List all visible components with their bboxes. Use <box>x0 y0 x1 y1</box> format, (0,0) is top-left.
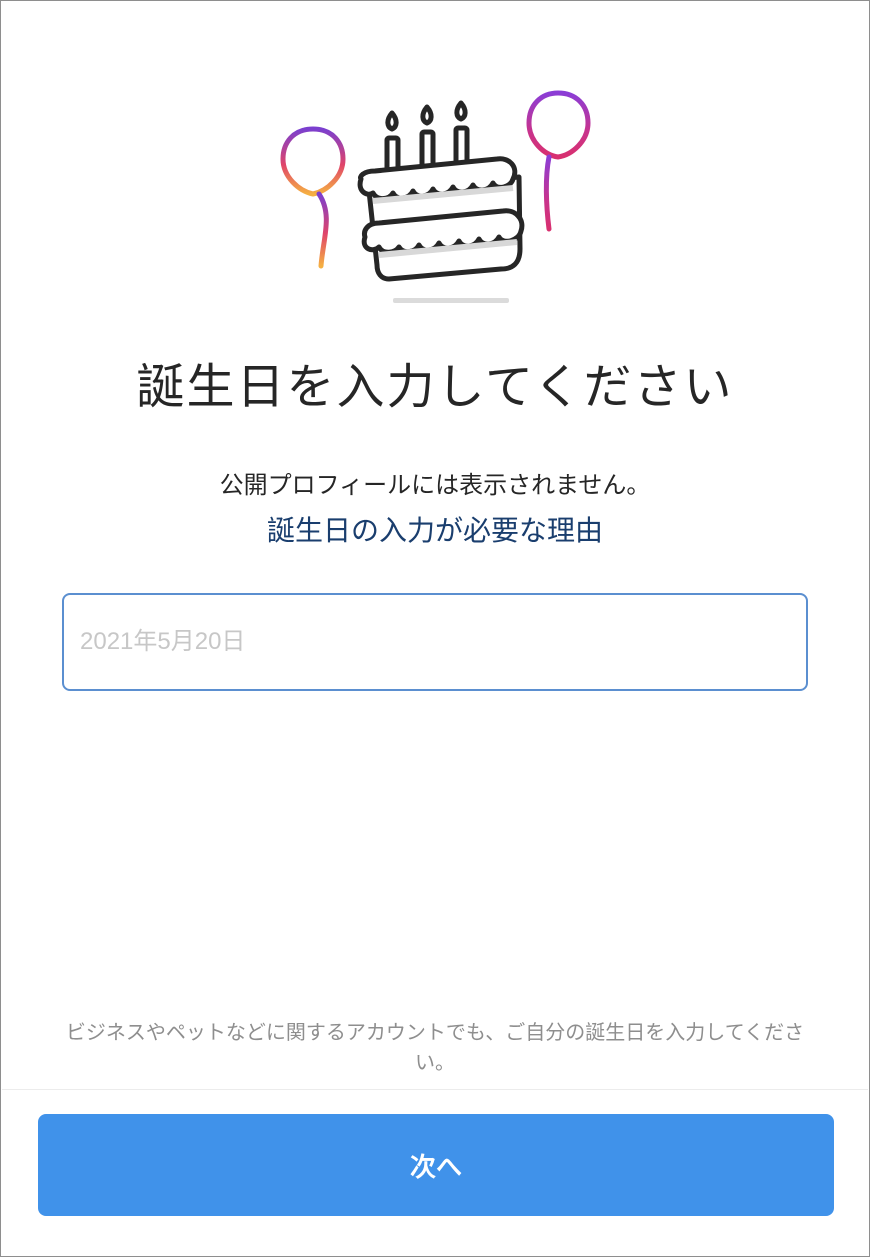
page-title: 誕生日を入力してください <box>136 359 734 415</box>
left-balloon-icon <box>280 126 346 269</box>
account-birthday-note: ビジネスやペットなどに関するアカウントでも、ご自分の誕生日を入力してください。 <box>65 1020 805 1074</box>
footer-divider <box>2 1089 868 1090</box>
right-balloon-icon <box>526 90 591 232</box>
birthday-cake-with-balloons-icon <box>280 90 591 303</box>
privacy-note: 公開プロフィールには表示されません。 <box>219 471 651 499</box>
candles-icon <box>384 100 470 173</box>
why-birthday-link[interactable]: 誕生日の入力が必要な理由 <box>1 509 869 549</box>
next-button[interactable]: 次へ <box>38 1114 834 1216</box>
plate-line <box>393 298 509 303</box>
birthday-screen: 誕生日を入力してください 公開プロフィールには表示されません。 誕生日の入力が必… <box>0 0 870 1257</box>
cake-icon <box>357 156 525 282</box>
birthday-input[interactable] <box>62 593 808 691</box>
